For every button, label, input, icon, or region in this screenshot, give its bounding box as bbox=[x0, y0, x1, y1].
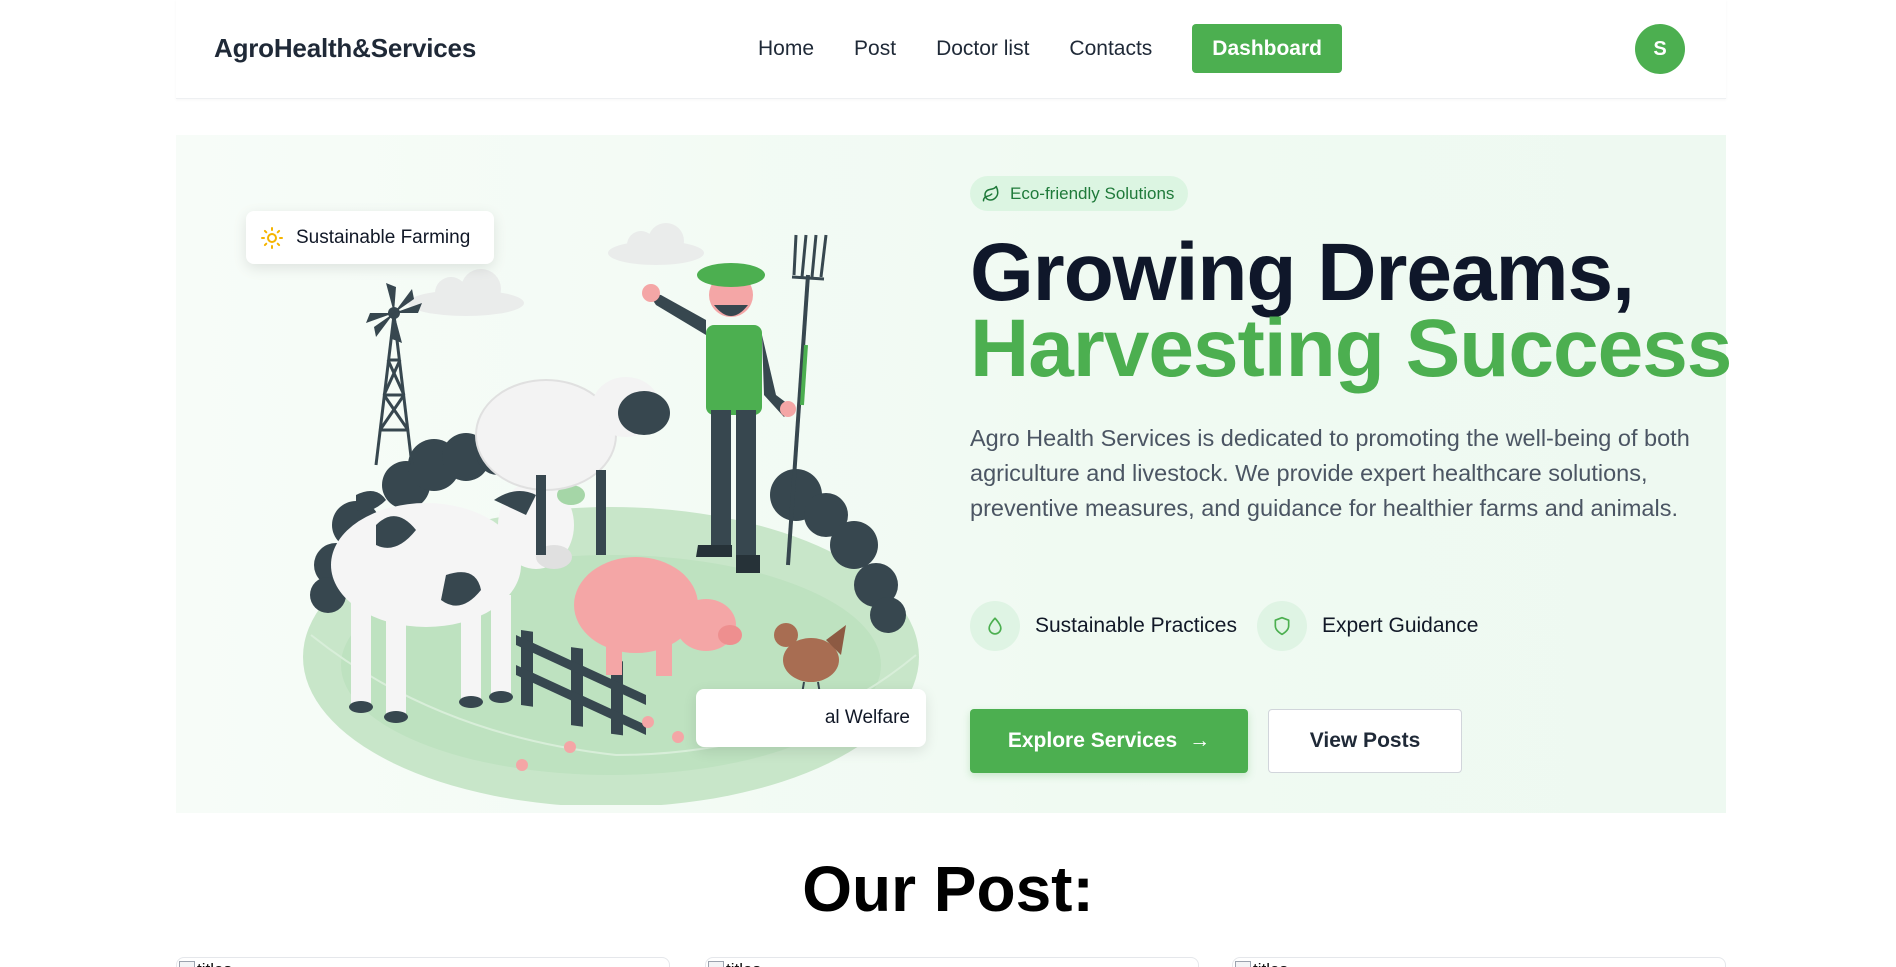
nav-doctor-list[interactable]: Doctor list bbox=[936, 24, 1029, 73]
posts-section-title: Our Post: bbox=[802, 853, 1094, 925]
view-posts-button[interactable]: View Posts bbox=[1268, 709, 1462, 773]
sustainable-farming-chip: Sustainable Farming bbox=[246, 211, 494, 264]
nav-post[interactable]: Post bbox=[854, 24, 896, 73]
feature-sustainable-practices: Sustainable Practices bbox=[970, 601, 1237, 651]
hero-section: Sustainable Farming al Welfare Eco-frien… bbox=[176, 135, 1732, 813]
image-alt-text: titles bbox=[197, 960, 232, 967]
explore-services-button[interactable]: Explore Services → bbox=[970, 709, 1248, 773]
image-alt-text: titles bbox=[1253, 960, 1288, 967]
post-image: titles bbox=[179, 960, 232, 967]
hero-description: Agro Health Services is dedicated to pro… bbox=[970, 425, 1690, 521]
droplet-icon bbox=[970, 601, 1020, 651]
nav-home[interactable]: Home bbox=[758, 24, 814, 73]
post-card[interactable]: titles bbox=[1232, 957, 1726, 967]
post-image: titles bbox=[708, 960, 761, 967]
broken-image-icon bbox=[1235, 961, 1251, 967]
farm-illustration bbox=[303, 223, 919, 805]
chip-label: Sustainable Farming bbox=[296, 226, 471, 248]
button-label: Explore Services bbox=[1007, 729, 1178, 752]
nav-contacts[interactable]: Contacts bbox=[1069, 24, 1152, 73]
animal-welfare-chip: al Welfare bbox=[696, 689, 926, 747]
main-nav: Home Post Doctor list Contacts Dashboard bbox=[758, 24, 1382, 73]
brand-logo[interactable]: AgroHealth&Services bbox=[214, 33, 476, 64]
feature-list: Sustainable Practices Expert Guidance bbox=[970, 601, 1498, 651]
post-card[interactable]: titles bbox=[176, 957, 670, 967]
feature-label: Expert Guidance bbox=[1321, 614, 1479, 637]
feature-expert-guidance: Expert Guidance bbox=[1256, 601, 1479, 651]
feature-label: Sustainable Practices bbox=[1035, 614, 1237, 637]
arrow-right-icon: → bbox=[1189, 729, 1211, 752]
chip-label: al Welfare bbox=[824, 707, 910, 728]
eco-badge: Eco-friendly Solutions bbox=[970, 176, 1189, 211]
sun-icon bbox=[261, 226, 283, 249]
broken-image-icon bbox=[708, 961, 724, 967]
hero-title-line2: Harvesting Success bbox=[970, 303, 1732, 394]
badge-label: Eco-friendly Solutions bbox=[1010, 183, 1175, 203]
dashboard-button[interactable]: Dashboard bbox=[1192, 24, 1342, 73]
leaf-icon bbox=[982, 185, 999, 201]
button-label: View Posts bbox=[1309, 729, 1421, 752]
top-navbar: AgroHealth&Services Home Post Doctor lis… bbox=[176, 0, 1726, 99]
user-avatar[interactable]: S bbox=[1635, 24, 1685, 74]
shield-icon bbox=[1256, 601, 1307, 651]
post-image: titles bbox=[1235, 960, 1288, 967]
image-alt-text: titles bbox=[726, 960, 761, 967]
hero-title: Growing Dreams, Harvesting Success bbox=[970, 232, 1732, 390]
broken-image-icon bbox=[179, 961, 195, 967]
post-card[interactable]: titles bbox=[705, 957, 1199, 967]
